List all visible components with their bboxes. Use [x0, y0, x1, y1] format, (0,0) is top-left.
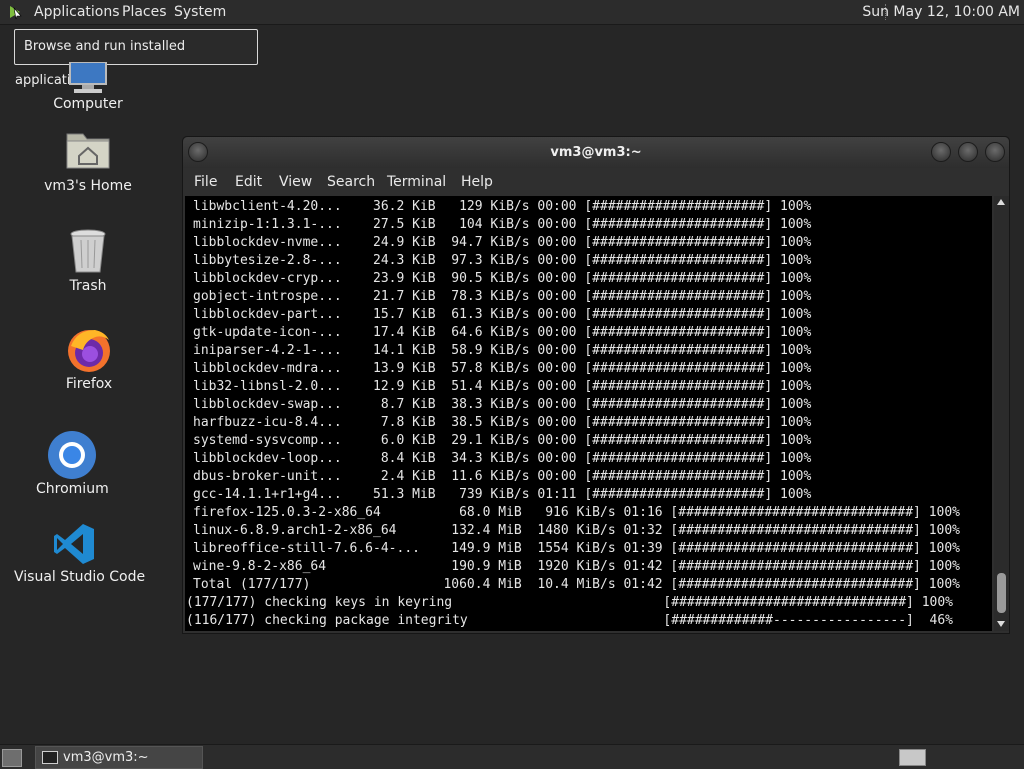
terminal-line: libblockdev-nvme... 24.9 KiB 94.7 KiB/s … [193, 235, 812, 250]
show-desktop-icon[interactable] [2, 749, 22, 767]
terminal-window[interactable]: vm3@vm3:~ File Edit View Search Terminal… [182, 136, 1010, 634]
maximize-button[interactable] [958, 142, 978, 162]
terminal-line: gcc-14.1.1+r1+g4... 51.3 MiB 739 KiB/s 0… [193, 487, 812, 502]
clock[interactable]: Sun May 12, 10:00 AM [862, 0, 1020, 24]
terminal-menubar: File Edit View Search Terminal Help [183, 168, 1009, 196]
title-bar[interactable]: vm3@vm3:~ [183, 137, 1009, 168]
terminal-scrollbar[interactable] [994, 196, 1009, 631]
home-folder-icon [66, 133, 110, 169]
terminal-line: Total (177/177) 1060.4 MiB 10.4 MiB/s 01… [193, 577, 961, 592]
terminal-line: libblockdev-part... 15.7 KiB 61.3 KiB/s … [193, 307, 812, 322]
terminal-line: firefox-125.0.3-2-x86_64 68.0 MiB 916 Ki… [193, 505, 961, 520]
computer-icon [69, 62, 107, 93]
trash-icon [70, 229, 106, 273]
desktop-icon-label: Firefox [65, 376, 113, 392]
chromium-icon [48, 431, 96, 479]
terminal-line: iniparser-4.2-1-... 14.1 KiB 58.9 KiB/s … [193, 343, 812, 358]
menu-terminal[interactable]: Terminal [387, 168, 446, 196]
menu-view[interactable]: View [279, 168, 312, 196]
terminal-line: libblockdev-mdra... 13.9 KiB 57.8 KiB/s … [193, 361, 812, 376]
applications-tooltip: Browse and run installed applications [14, 29, 258, 88]
terminal-line: systemd-sysvcomp... 6.0 KiB 29.1 KiB/s 0… [193, 433, 812, 448]
terminal-line: harfbuzz-icu-8.4... 7.8 KiB 38.5 KiB/s 0… [193, 415, 812, 430]
menu-edit[interactable]: Edit [235, 168, 262, 196]
scrollbar-thumb[interactable] [997, 573, 1006, 613]
system-menu[interactable]: System [174, 0, 226, 24]
taskbar-item-terminal[interactable]: vm3@vm3:~ [35, 746, 203, 769]
menu-search[interactable]: Search [327, 168, 375, 196]
terminal-line: libbytesize-2.8-... 24.3 KiB 97.3 KiB/s … [193, 253, 812, 268]
terminal-line: libblockdev-swap... 8.7 KiB 38.3 KiB/s 0… [193, 397, 812, 412]
terminal-line: (116/177) checking package integrity [##… [186, 613, 954, 628]
window-title: vm3@vm3:~ [550, 145, 642, 160]
places-menu[interactable]: Places [122, 0, 167, 24]
desktop-icon-firefox[interactable]: Firefox [54, 326, 124, 394]
terminal-line: libwbclient-4.20... 36.2 KiB 129 KiB/s 0… [193, 199, 812, 214]
bottom-panel: vm3@vm3:~ [0, 744, 1024, 769]
desktop-icon-label: vm3's Home [44, 178, 132, 194]
scroll-up-arrow-icon[interactable] [997, 199, 1005, 205]
desktop-icon-home[interactable]: vm3's Home [44, 128, 132, 194]
applications-menu[interactable]: Applications [34, 0, 120, 24]
terminal-icon [42, 751, 58, 764]
terminal-line: libblockdev-cryp... 23.9 KiB 90.5 KiB/s … [193, 271, 812, 286]
terminal-line: libreoffice-still-7.6.6-4-... 149.9 MiB … [193, 541, 961, 556]
terminal-output[interactable]: libwbclient-4.20... 36.2 KiB 129 KiB/s 0… [185, 196, 992, 631]
minimize-button[interactable] [931, 142, 951, 162]
vscode-icon [54, 524, 94, 564]
terminal-line: gobject-introspe... 21.7 KiB 78.3 KiB/s … [193, 289, 812, 304]
terminal-line: libblockdev-loop... 8.4 KiB 34.3 KiB/s 0… [193, 451, 812, 466]
menu-help[interactable]: Help [461, 168, 493, 196]
workspace-switcher[interactable] [899, 749, 926, 766]
terminal-line: linux-6.8.9.arch1-2-x86_64 132.4 MiB 148… [193, 523, 961, 538]
desktop-icon-trash[interactable]: Trash [58, 228, 118, 294]
desktop-icon-vscode[interactable]: Visual Studio Code [14, 522, 146, 586]
desktop-icon-label: Chromium [36, 481, 109, 497]
terminal-line: wine-9.8-2-x86_64 190.9 MiB 1920 KiB/s 0… [193, 559, 961, 574]
desktop-icon-label: Trash [69, 278, 107, 294]
desktop-icon-chromium[interactable]: Chromium [36, 430, 109, 498]
taskbar-item-label: vm3@vm3:~ [63, 750, 149, 765]
desktop-icon-label: Visual Studio Code [14, 569, 146, 585]
top-panel: Applications Places System Sun May 12, 1… [0, 0, 1024, 25]
desktop-icon-label: Computer [53, 96, 123, 112]
close-button[interactable] [985, 142, 1005, 162]
firefox-icon [68, 330, 110, 372]
terminal-line: lib32-libnsl-2.0... 12.9 KiB 51.4 KiB/s … [193, 379, 812, 394]
terminal-line: dbus-broker-unit... 2.4 KiB 11.6 KiB/s 0… [193, 469, 812, 484]
applications-menu-icon[interactable] [8, 5, 22, 19]
terminal-line: minizip-1:1.3.1-... 27.5 KiB 104 KiB/s 0… [193, 217, 812, 232]
terminal-line: gtk-update-icon-... 17.4 KiB 64.6 KiB/s … [193, 325, 812, 340]
scroll-down-arrow-icon[interactable] [997, 621, 1005, 627]
menu-file[interactable]: File [194, 168, 217, 196]
desktop-icon-computer[interactable]: Computer [48, 62, 128, 114]
terminal-line: (177/177) checking keys in keyring [####… [186, 595, 954, 610]
